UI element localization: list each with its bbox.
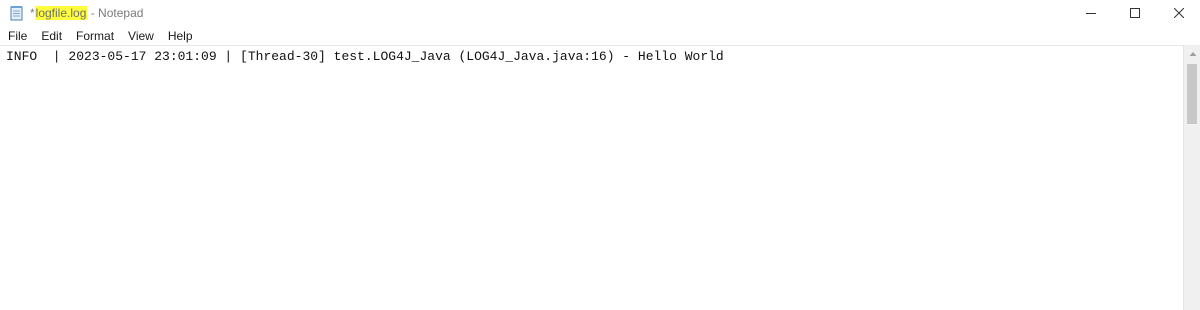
title-separator: -	[87, 6, 99, 20]
menu-file[interactable]: File	[0, 27, 33, 45]
menu-edit[interactable]: Edit	[33, 27, 68, 45]
menu-view[interactable]: View	[120, 27, 160, 45]
maximize-icon	[1130, 8, 1140, 18]
scrollbar-thumb[interactable]	[1187, 64, 1197, 124]
chevron-up-icon	[1189, 51, 1196, 56]
menu-help[interactable]: Help	[160, 27, 199, 45]
title-bar[interactable]: *logfile.log - Notepad	[0, 0, 1200, 26]
close-button[interactable]	[1160, 0, 1198, 26]
vertical-scrollbar[interactable]	[1183, 45, 1200, 310]
editor-content[interactable]: INFO | 2023-05-17 23:01:09 | [Thread-30]…	[6, 48, 724, 65]
scroll-up-button[interactable]	[1184, 45, 1200, 62]
notepad-app-icon[interactable]	[10, 5, 24, 21]
maximize-button[interactable]	[1116, 0, 1154, 26]
menu-bar: File Edit Format View Help	[0, 27, 1200, 45]
menu-format[interactable]: Format	[68, 27, 120, 45]
text-editor-area[interactable]: INFO | 2023-05-17 23:01:09 | [Thread-30]…	[0, 45, 1183, 310]
minimize-icon	[1086, 13, 1096, 14]
title-app-name: Notepad	[98, 6, 144, 20]
close-icon	[1174, 8, 1184, 18]
window-title: *logfile.log - Notepad	[30, 5, 143, 21]
title-modified-marker: *	[30, 6, 35, 20]
title-filename: logfile.log	[34, 6, 88, 20]
notepad-window: *logfile.log - Notepad File Edit Format …	[0, 0, 1200, 310]
minimize-button[interactable]	[1072, 0, 1110, 26]
